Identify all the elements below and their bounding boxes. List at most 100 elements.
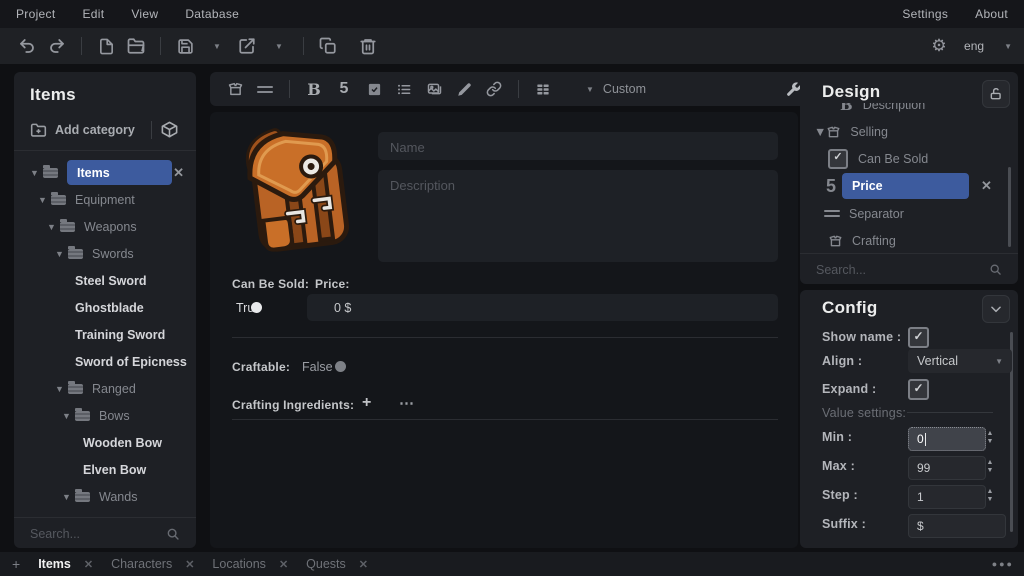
save-dropdown-button[interactable]: ▼ — [202, 33, 232, 59]
menu-project[interactable]: Project — [16, 7, 55, 21]
close-icon[interactable]: ✕ — [359, 558, 368, 571]
menu-edit[interactable]: Edit — [82, 7, 104, 21]
close-icon[interactable]: ✕ — [279, 558, 288, 571]
items-search-input[interactable]: Search... — [14, 517, 196, 549]
caret-down-icon[interactable]: ▼ — [55, 384, 68, 394]
tree-item-elven-bow[interactable]: Elven Bow — [14, 456, 196, 483]
tree-item-steel-sword[interactable]: Steel Sword — [14, 267, 196, 294]
undo-button[interactable] — [12, 33, 42, 59]
package-cube-button[interactable] — [160, 120, 179, 139]
delete-button[interactable] — [353, 33, 383, 59]
add-tab-button[interactable]: + — [12, 556, 20, 572]
max-stepper[interactable]: ▲▼ — [984, 459, 996, 475]
pen-field-button[interactable] — [449, 76, 479, 102]
arrow-up-icon[interactable]: ▲ — [987, 488, 994, 496]
caret-down-icon[interactable]: ▼ — [55, 249, 68, 259]
design-search-input[interactable]: Search... — [800, 253, 1018, 285]
design-item-description[interactable]: B Description — [800, 103, 1012, 118]
caret-down-icon[interactable]: ▼ — [30, 168, 43, 178]
tree-item-training-sword[interactable]: Training Sword — [14, 321, 196, 348]
design-item-separator[interactable]: Separator — [800, 200, 1012, 227]
open-file-button[interactable] — [121, 33, 151, 59]
arrow-up-icon[interactable]: ▲ — [987, 430, 994, 438]
suffix-input[interactable]: $ — [908, 514, 1006, 538]
tree-item-ranged[interactable]: ▼Ranged — [14, 375, 196, 402]
close-icon[interactable]: ✕ — [185, 558, 194, 571]
scrollbar[interactable] — [1008, 167, 1011, 247]
save-button[interactable] — [170, 33, 200, 59]
add-box-button[interactable] — [220, 76, 250, 102]
show-name-checkbox[interactable]: ✓ — [908, 327, 929, 348]
min-stepper[interactable]: ▲▼ — [984, 430, 996, 446]
expand-checkbox[interactable]: ✓ — [908, 379, 929, 400]
max-input[interactable]: 99 — [908, 456, 986, 480]
close-icon[interactable]: ✕ — [173, 165, 184, 181]
list-field-button[interactable] — [389, 76, 419, 102]
price-input[interactable]: 0 $ — [307, 294, 778, 321]
design-item-price[interactable]: 5 Price ✕ — [800, 172, 1012, 200]
description-input[interactable]: Description — [378, 170, 778, 262]
export-dropdown-button[interactable]: ▼ — [264, 33, 294, 59]
add-separator-button[interactable] — [250, 76, 280, 102]
menu-database[interactable]: Database — [185, 7, 239, 21]
menu-about[interactable]: About — [975, 7, 1008, 21]
design-item-selling[interactable]: ▼ Selling — [800, 118, 1012, 145]
redo-button[interactable] — [42, 33, 72, 59]
new-file-button[interactable] — [91, 33, 121, 59]
menu-settings[interactable]: Settings — [902, 7, 948, 21]
tab-items[interactable]: Items ✕ — [38, 557, 93, 571]
arrow-down-icon[interactable]: ▼ — [987, 467, 994, 475]
tree-item-ghostblade[interactable]: Ghostblade — [14, 294, 196, 321]
bold-text-button[interactable]: B — [299, 76, 329, 102]
more-tabs-button[interactable]: ●●● — [992, 559, 1014, 569]
caret-down-icon[interactable]: ▼ — [47, 222, 60, 232]
arrow-down-icon[interactable]: ▼ — [987, 438, 994, 446]
tree-item-swords[interactable]: ▼Swords — [14, 240, 196, 267]
table-field-button[interactable] — [528, 76, 558, 102]
search-placeholder: Search... — [30, 527, 80, 541]
close-icon[interactable]: ✕ — [84, 558, 93, 571]
tree-item-weapons[interactable]: ▼Weapons — [14, 213, 196, 240]
caret-down-icon[interactable]: ▼ — [62, 492, 75, 502]
design-selected-label: Price — [842, 173, 969, 199]
craftable-value: False — [302, 360, 333, 374]
caret-down-icon[interactable]: ▼ — [814, 125, 826, 139]
tab-characters[interactable]: Characters ✕ — [111, 557, 194, 571]
caret-down-icon[interactable]: ▼ — [38, 195, 51, 205]
number-field-button[interactable]: 5 — [329, 76, 359, 102]
tab-quests[interactable]: Quests ✕ — [306, 557, 368, 571]
settings-gear-button[interactable]: ⚙ — [924, 33, 954, 59]
min-input[interactable]: 0 — [908, 427, 986, 451]
arrow-up-icon[interactable]: ▲ — [987, 459, 994, 467]
checkbox-field-button[interactable] — [359, 76, 389, 102]
link-field-button[interactable] — [479, 76, 509, 102]
language-selector[interactable]: eng ▼ — [964, 39, 1012, 53]
caret-down-icon[interactable]: ▼ — [62, 411, 75, 421]
design-label: Selling — [850, 125, 888, 139]
tree-item-items[interactable]: ▼ Items ✕ — [14, 159, 196, 186]
custom-dropdown[interactable]: ▼ Custom — [584, 82, 646, 96]
step-input[interactable]: 1 — [908, 485, 986, 509]
tree-item-wooden-bow[interactable]: Wooden Bow — [14, 429, 196, 456]
more-ingredients-button[interactable]: ⋯ — [399, 394, 414, 412]
copy-button[interactable] — [313, 33, 343, 59]
design-item-crafting[interactable]: Crafting — [800, 227, 1012, 252]
add-ingredient-button[interactable]: + — [362, 394, 371, 412]
tree-item-equipment[interactable]: ▼Equipment — [14, 186, 196, 213]
arrow-down-icon[interactable]: ▼ — [987, 496, 994, 504]
close-icon[interactable]: ✕ — [981, 178, 992, 194]
step-stepper[interactable]: ▲▼ — [984, 488, 996, 504]
tab-locations[interactable]: Locations ✕ — [212, 557, 288, 571]
tree-item-bows[interactable]: ▼Bows — [14, 402, 196, 429]
align-dropdown[interactable]: Vertical ▼ — [908, 349, 1012, 373]
tree-item-wands[interactable]: ▼Wands — [14, 483, 196, 510]
design-item-can-be-sold[interactable]: ✓ Can Be Sold — [800, 145, 1012, 172]
export-button[interactable] — [232, 33, 262, 59]
image-field-button[interactable] — [419, 76, 449, 102]
collapse-button[interactable] — [982, 295, 1010, 323]
menu-view[interactable]: View — [131, 7, 158, 21]
tree-item-sword-of-epicness[interactable]: Sword of Epicness — [14, 348, 196, 375]
add-category-button[interactable]: Add category — [30, 117, 135, 143]
item-preview-image[interactable] — [238, 120, 362, 262]
name-input[interactable]: Name — [378, 132, 778, 160]
